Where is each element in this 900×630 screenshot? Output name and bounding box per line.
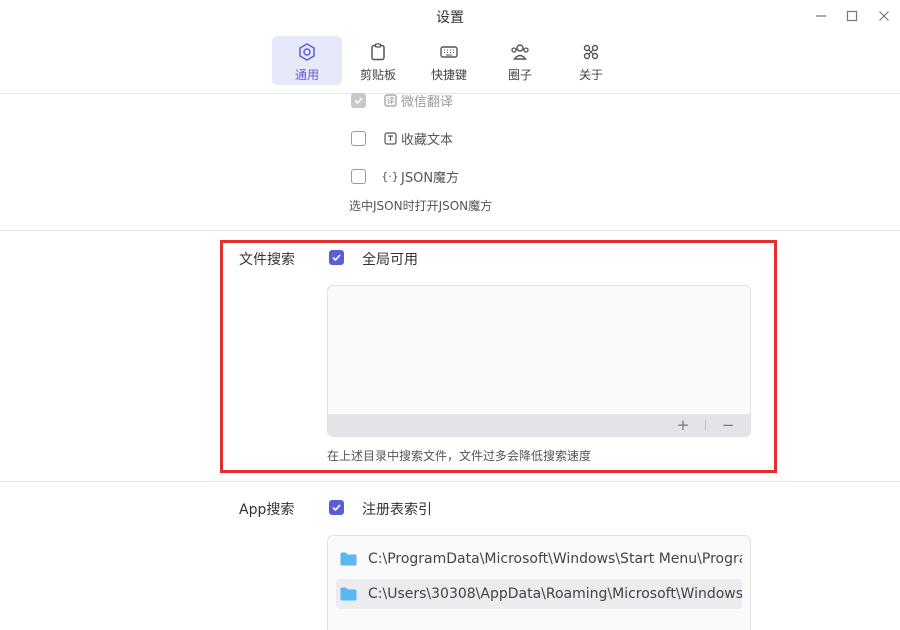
section-divider — [0, 481, 900, 482]
json-cube-option: {·} JSON魔方 — [381, 166, 460, 186]
tab-community[interactable]: 圈子 — [485, 36, 555, 85]
favorite-text-checkbox[interactable] — [351, 131, 366, 146]
folder-icon — [340, 587, 357, 601]
tab-about[interactable]: 关于 — [556, 36, 626, 85]
community-icon — [509, 41, 531, 63]
registry-index-label: 注册表索引 — [362, 502, 432, 518]
tab-shortcuts[interactable]: 快捷键 — [414, 36, 484, 85]
wechat-translate-option: 译 微信翻译 — [383, 90, 453, 110]
check-icon — [354, 97, 363, 105]
maximize-button[interactable] — [840, 6, 864, 26]
app-search-label: App搜索 — [239, 502, 295, 518]
minimize-icon — [816, 15, 826, 17]
svg-text:译: 译 — [386, 96, 394, 105]
tab-label: 通用 — [294, 68, 319, 82]
option-label: JSON魔方 — [401, 170, 460, 186]
window-title: 设置 — [436, 10, 464, 26]
maximize-icon — [846, 10, 858, 22]
tab-label: 剪贴板 — [359, 68, 396, 82]
option-label: 收藏文本 — [401, 132, 454, 148]
registry-index-checkbox[interactable] — [329, 500, 344, 515]
json-cube-hint: 选中JSON时打开JSON魔方 — [349, 199, 493, 213]
json-braces-icon: {·} — [381, 169, 399, 183]
json-cube-checkbox[interactable] — [351, 169, 366, 184]
app-search-path-list[interactable]: C:\ProgramData\Microsoft\Windows\Start M… — [327, 535, 751, 630]
tab-clipboard[interactable]: 剪贴板 — [343, 36, 413, 85]
wechat-translate-icon: 译 — [383, 93, 397, 107]
toolbar-divider — [705, 420, 706, 430]
path-list-item[interactable]: C:\Users\30308\AppData\Roaming\Microsoft… — [336, 579, 742, 609]
tab-label: 快捷键 — [430, 68, 467, 82]
path-text: C:\Users\30308\AppData\Roaming\Microsoft… — [368, 586, 742, 602]
tab-label: 圈子 — [507, 68, 532, 82]
file-search-global-label: 全局可用 — [362, 252, 418, 268]
directory-list-toolbar: + − — [328, 414, 750, 436]
about-icon — [580, 41, 602, 63]
file-search-label: 文件搜索 — [239, 252, 295, 268]
path-list-item[interactable]: C:\ProgramData\Microsoft\Windows\Start M… — [336, 544, 742, 574]
file-search-global-checkbox[interactable] — [329, 250, 344, 265]
option-label: 微信翻译 — [401, 94, 454, 110]
close-button[interactable] — [872, 6, 896, 26]
remove-directory-button[interactable]: − — [720, 416, 736, 434]
close-icon — [879, 11, 889, 21]
path-text: C:\ProgramData\Microsoft\Windows\Start M… — [368, 551, 742, 567]
settings-tabs: 通用 剪贴板 快捷键 圈子 关于 — [0, 36, 900, 86]
minimize-button[interactable] — [809, 6, 833, 26]
wechat-translate-checkbox[interactable] — [351, 93, 366, 108]
tab-general[interactable]: 通用 — [272, 36, 342, 85]
folder-icon — [340, 552, 357, 566]
file-search-hint: 在上述目录中搜索文件，文件过多会降低搜索速度 — [327, 449, 592, 463]
file-search-directory-list[interactable]: + − — [327, 285, 751, 437]
section-divider — [0, 230, 900, 231]
keyboard-icon — [438, 41, 460, 63]
clipboard-icon — [367, 41, 389, 63]
check-icon — [332, 254, 341, 262]
add-directory-button[interactable]: + — [675, 416, 691, 434]
hexagon-settings-icon — [296, 41, 318, 63]
favorite-text-option: 收藏文本 — [383, 128, 453, 148]
check-icon — [332, 504, 341, 512]
title-bar: 设置 — [0, 0, 900, 32]
tab-label: 关于 — [578, 68, 603, 82]
favorite-text-icon — [383, 131, 397, 145]
